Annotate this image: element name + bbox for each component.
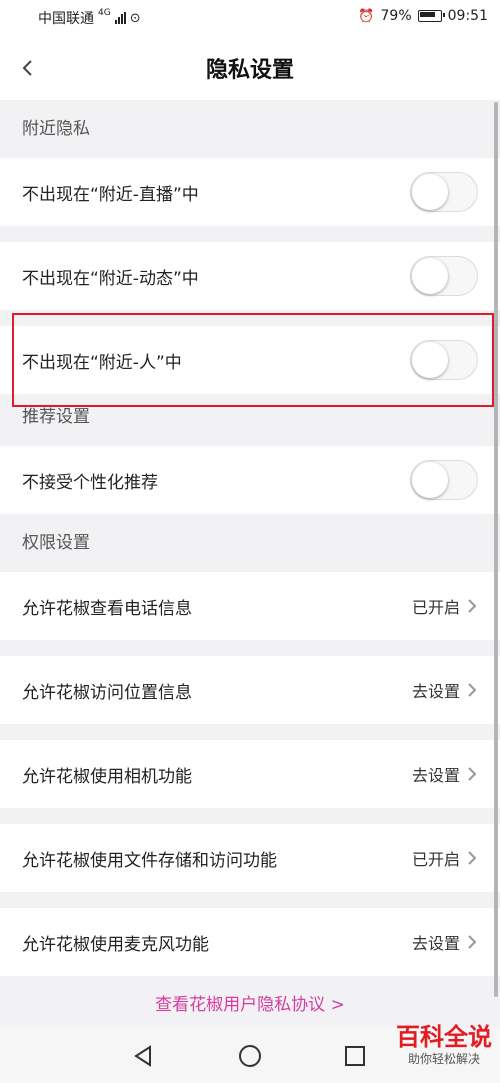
permission-status: 已开启: [411, 598, 460, 617]
toggle-hide-nearby-people[interactable]: [410, 340, 478, 380]
section-nearby-privacy: 附近隐私: [0, 100, 500, 158]
setting-label: 允许花椒使用相机功能: [22, 766, 192, 787]
toggle-knob: [412, 342, 448, 378]
clock: 09:51: [447, 8, 488, 24]
page-title: 隐私设置: [205, 58, 294, 83]
status-right: ⏰ 79% 09:51: [358, 8, 488, 24]
nav-back-button[interactable]: [130, 1043, 156, 1069]
privacy-policy-link[interactable]: 查看花椒用户隐私协议 >: [0, 990, 500, 1015]
chevron-right-icon: [466, 850, 478, 866]
watermark-title: 百科全说: [396, 1023, 492, 1051]
circle-home-icon: [239, 1045, 261, 1067]
toggle-hide-nearby-live[interactable]: [410, 172, 478, 212]
section-recommend-settings: 推荐设置: [0, 394, 500, 446]
setting-hide-nearby-live: 不出现在“附近-直播”中: [0, 158, 500, 226]
setting-label: 允许花椒访问位置信息: [22, 682, 192, 703]
network-type: 4G: [98, 8, 111, 18]
setting-no-personalized-recommend: 不接受个性化推荐: [0, 446, 500, 514]
signal-icon: [114, 12, 126, 24]
scrollbar[interactable]: [494, 102, 498, 997]
nav-home-button[interactable]: [237, 1043, 263, 1069]
alarm-icon: ⏰: [358, 8, 375, 24]
chevron-right-icon: [466, 598, 478, 614]
toggle-knob: [412, 174, 448, 210]
status-left: 中国联通 4G ⊙: [38, 8, 141, 28]
permission-microphone[interactable]: 允许花椒使用麦克风功能 去设置: [0, 908, 500, 976]
square-recents-icon: [345, 1046, 365, 1066]
hotspot-icon: ⊙: [129, 10, 141, 26]
nav-recents-button[interactable]: [342, 1043, 368, 1069]
toggle-knob: [412, 258, 448, 294]
section-permission-settings: 权限设置: [0, 514, 500, 572]
permission-status: 去设置: [411, 934, 460, 953]
setting-label: 不出现在“附近-动态”中: [22, 268, 199, 289]
setting-label: 不出现在“附近-人”中: [22, 352, 182, 373]
toggle-knob: [412, 462, 448, 498]
setting-hide-nearby-moments: 不出现在“附近-动态”中: [0, 242, 500, 310]
toggle-hide-nearby-moments[interactable]: [410, 256, 478, 296]
settings-list: 附近隐私 不出现在“附近-直播”中 不出现在“附近-动态”中 不出现在“附近-人…: [0, 100, 500, 976]
battery-icon: [417, 10, 445, 22]
triangle-back-icon: [134, 1045, 151, 1067]
permission-camera[interactable]: 允许花椒使用相机功能 去设置: [0, 740, 500, 808]
permission-storage[interactable]: 允许花椒使用文件存储和访问功能 已开启: [0, 824, 500, 892]
chevron-right-icon: [466, 682, 478, 698]
setting-label: 允许花椒查看电话信息: [22, 598, 192, 619]
permission-status: 去设置: [411, 682, 460, 701]
setting-label: 不接受个性化推荐: [22, 472, 158, 493]
carrier-name: 中国联通: [38, 11, 94, 27]
header: 隐私设置: [0, 34, 500, 101]
toggle-no-personalized-recommend[interactable]: [410, 460, 478, 500]
status-bar: 中国联通 4G ⊙ ⏰ 79% 09:51: [0, 0, 500, 34]
permission-phone-info[interactable]: 允许花椒查看电话信息 已开启: [0, 572, 500, 640]
permission-status: 去设置: [411, 766, 460, 785]
watermark: 百科全说 助你轻松解决: [396, 1023, 492, 1067]
setting-label: 允许花椒使用文件存储和访问功能: [22, 850, 277, 871]
chevron-right-icon: [466, 934, 478, 950]
setting-hide-nearby-people: 不出现在“附近-人”中: [0, 326, 500, 394]
setting-label: 不出现在“附近-直播”中: [22, 184, 199, 205]
permission-location[interactable]: 允许花椒访问位置信息 去设置: [0, 656, 500, 724]
watermark-subtitle: 助你轻松解决: [407, 1052, 480, 1066]
permission-status: 已开启: [411, 850, 460, 869]
battery-percent: 79%: [380, 8, 412, 24]
chevron-right-icon: [466, 766, 478, 782]
setting-label: 允许花椒使用麦克风功能: [22, 934, 209, 955]
